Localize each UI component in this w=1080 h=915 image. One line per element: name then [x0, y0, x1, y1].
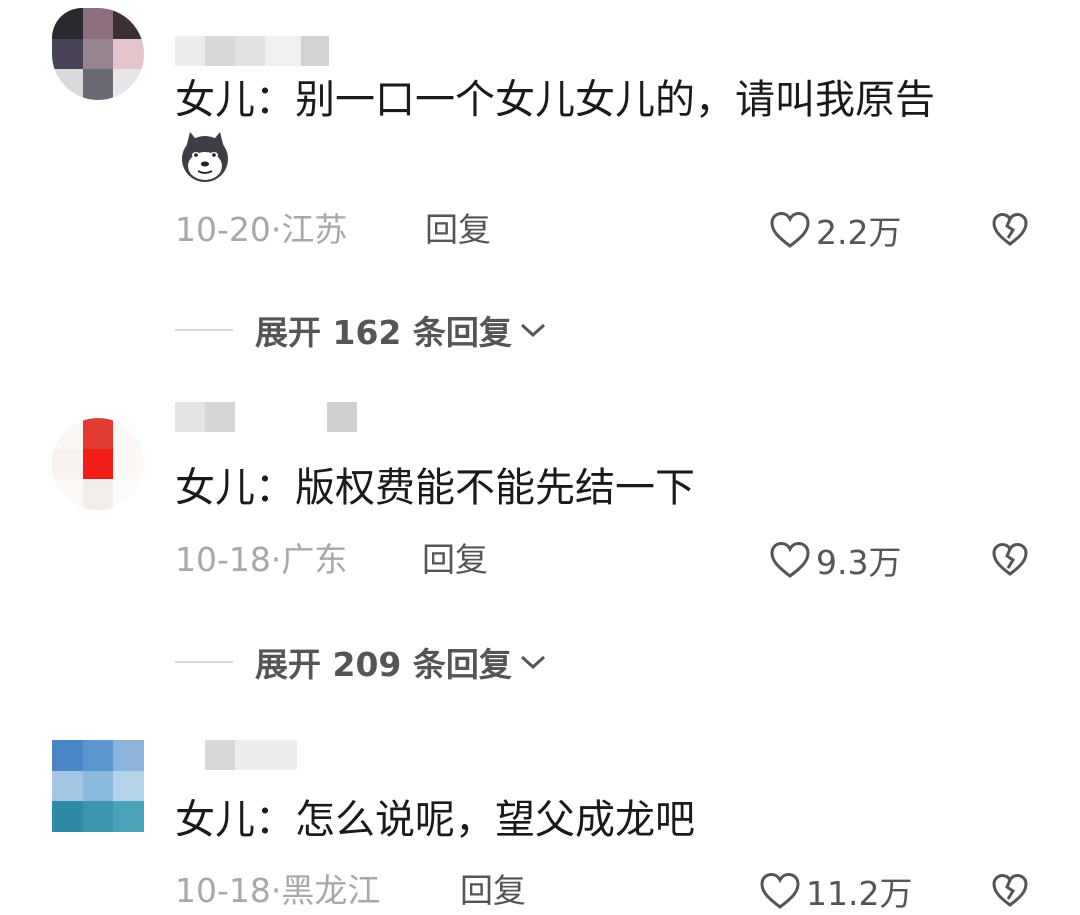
comment-meta: 10-18·黑龙江: [175, 871, 381, 910]
reply-button[interactable]: 回复: [425, 210, 491, 250]
expand-replies-button[interactable]: 展开 162 条回复: [175, 310, 548, 352]
comment-location: 黑龙江: [281, 871, 381, 910]
comment-text: 女儿：版权费能不能先结一下: [175, 465, 695, 511]
comment-date: 10-20: [175, 210, 271, 249]
avatar[interactable]: [52, 740, 144, 832]
username-blurred[interactable]: [175, 740, 297, 770]
comment-meta: 10-20·江苏: [175, 210, 348, 249]
heart-outline-icon: [770, 541, 810, 578]
reply-button[interactable]: 回复: [422, 540, 488, 580]
chevron-down-icon: [520, 655, 545, 670]
comment-location: 江苏: [281, 210, 348, 249]
avatar[interactable]: [52, 418, 144, 510]
chevron-down-icon: [520, 323, 545, 338]
comment-date: 10-18: [175, 871, 271, 910]
reply-button[interactable]: 回复: [460, 871, 526, 911]
expand-replies-button[interactable]: 展开 209 条回复: [175, 642, 548, 684]
heart-outline-icon: [760, 872, 800, 909]
expand-replies-label: 展开 162 条回复: [255, 313, 512, 352]
username-blurred[interactable]: [175, 36, 329, 66]
broken-heart-icon[interactable]: [990, 871, 1030, 911]
comment-date: 10-18: [175, 540, 271, 579]
comment-text: 女儿：怎么说呢，望父成龙吧: [175, 797, 695, 843]
like-count: 2.2万: [816, 213, 902, 252]
heart-outline-icon: [770, 211, 810, 248]
comment-meta: 10-18·广东: [175, 540, 348, 579]
like-count: 11.2万: [806, 874, 913, 913]
comment-text: 女儿：别一口一个女儿女儿的，请叫我原告: [175, 77, 935, 123]
comment-item: 女儿：版权费能不能先结一下 10-18·广东 回复 9.3万 展开 209 条回…: [0, 400, 1080, 730]
broken-heart-icon[interactable]: [990, 210, 1030, 250]
divider-line: [175, 661, 233, 663]
comment-item: 女儿：别一口一个女儿女儿的，请叫我原告 10-20·江苏 回复 2.2万 展开 …: [0, 0, 1080, 400]
comment-location: 广东: [281, 540, 348, 579]
expand-replies-label: 展开 209 条回复: [255, 645, 512, 684]
like-count: 9.3万: [816, 543, 902, 582]
comment-item: 女儿：怎么说呢，望父成龙吧 10-18·黑龙江 回复 11.2万: [0, 730, 1080, 915]
like-button[interactable]: 2.2万: [768, 210, 901, 252]
like-button[interactable]: 9.3万: [768, 540, 901, 582]
avatar[interactable]: [52, 8, 144, 100]
broken-heart-icon[interactable]: [990, 540, 1030, 580]
like-button[interactable]: 11.2万: [758, 871, 912, 913]
username-blurred[interactable]: [175, 402, 357, 432]
divider-line: [175, 329, 233, 331]
husky-dog-emoji-icon: [182, 132, 228, 182]
